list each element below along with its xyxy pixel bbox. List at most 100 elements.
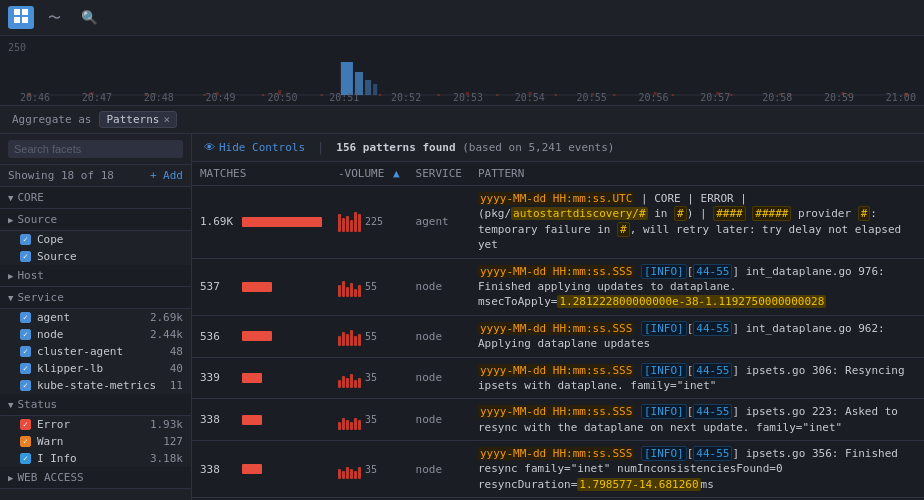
facet-checkbox-source[interactable]: ✓	[20, 251, 31, 262]
col-volume[interactable]: -VOLUME ▲	[330, 162, 408, 186]
section-source-label: Source	[17, 213, 57, 226]
table-row: 338	[192, 399, 924, 441]
facet-kube-state-metrics[interactable]: ✓ kube-state-metrics 11	[0, 377, 191, 394]
section-service[interactable]: ▼ Service	[0, 287, 191, 309]
service-cell: node	[408, 357, 470, 399]
search-topbar-icon[interactable]: 🔍	[75, 7, 104, 28]
chart-icon[interactable]: 〜	[42, 6, 67, 30]
section-status-label: Status	[17, 398, 57, 411]
matches-cell: 536	[192, 315, 330, 357]
facet-error-count: 1.93k	[150, 418, 183, 431]
facet-klipper-lb-label: klipper-lb	[37, 362, 103, 375]
separator: |	[317, 141, 324, 155]
section-core[interactable]: ▼ CORE	[0, 187, 191, 209]
pattern-cell: yyyy-MM-dd HH:mm:ss.SSS [INFO][44-55] ip…	[470, 441, 924, 498]
facet-kube-state-metrics-count: 11	[170, 379, 183, 392]
pattern-cell: yyyy-MM-dd HH:mm:ss.UTC | CORE | ERROR |…	[470, 186, 924, 259]
volume-cell: 225	[330, 186, 408, 259]
facet-checkbox-info[interactable]: ✓	[20, 453, 31, 464]
aggregate-tag-label: Patterns	[106, 113, 159, 126]
matches-cell: 338	[192, 441, 330, 498]
section-core-label: CORE	[17, 191, 44, 204]
pattern-cell: yyyy-MM-dd HH:mm:ss.SSS [INFO][44-55] ip…	[470, 357, 924, 399]
volume-cell: 35	[330, 357, 408, 399]
facet-warn-label: Warn	[37, 435, 64, 448]
matches-cell: 339	[192, 357, 330, 399]
topbar: 〜 🔍	[0, 0, 924, 36]
facet-info-count: 3.18k	[150, 452, 183, 465]
section-status[interactable]: ▼ Status	[0, 394, 191, 416]
table-row: 537	[192, 258, 924, 315]
facet-cope-label: Cope	[37, 233, 64, 246]
col-pattern: PATTERN	[470, 162, 924, 186]
table-row: 338	[192, 441, 924, 498]
service-cell: node	[408, 258, 470, 315]
facet-klipper-lb-count: 40	[170, 362, 183, 375]
aggregate-bar: Aggregate as Patterns ×	[0, 106, 924, 134]
aggregate-tag[interactable]: Patterns ×	[99, 111, 177, 128]
chevron-right-host-icon: ▶	[8, 271, 13, 281]
facet-agent[interactable]: ✓ agent 2.69k	[0, 309, 191, 326]
facet-checkbox-cluster-agent[interactable]: ✓	[20, 346, 31, 357]
facet-checkbox-kube-state-metrics[interactable]: ✓	[20, 380, 31, 391]
table-header-row: MATCHES -VOLUME ▲ SERVICE PATTERN	[192, 162, 924, 186]
facet-error[interactable]: ✓ Error 1.93k	[0, 416, 191, 433]
facet-klipper-lb[interactable]: ✓ klipper-lb 40	[0, 360, 191, 377]
pattern-cell: yyyy-MM-dd HH:mm:ss.SSS [INFO][44-55] in…	[470, 315, 924, 357]
chart-svg	[28, 52, 916, 97]
svg-rect-0	[14, 9, 20, 15]
main-layout: Showing 18 of 18 + Add ▼ CORE ▶ Source ✓…	[0, 134, 924, 500]
section-web-access[interactable]: ▶ WEB ACCESS	[0, 467, 191, 489]
section-host[interactable]: ▶ Host	[0, 265, 191, 287]
service-cell: node	[408, 441, 470, 498]
eye-icon: 👁	[204, 141, 215, 154]
aggregate-close-icon[interactable]: ×	[163, 113, 170, 126]
volume-cell: 35	[330, 399, 408, 441]
facet-checkbox-klipper-lb[interactable]: ✓	[20, 363, 31, 374]
facet-info[interactable]: ✓ I Info 3.18k	[0, 450, 191, 467]
facet-node-label: node	[37, 328, 64, 341]
grid-icon[interactable]	[8, 6, 34, 29]
matches-cell: 1.69K	[192, 186, 330, 259]
col-matches[interactable]: MATCHES	[192, 162, 330, 186]
facet-checkbox-error[interactable]: ✓	[20, 419, 31, 430]
match-bar	[242, 217, 322, 227]
volume-cell: 55	[330, 258, 408, 315]
section-source[interactable]: ▶ Source	[0, 209, 191, 231]
facet-checkbox-cope[interactable]: ✓	[20, 234, 31, 245]
service-cell: node	[408, 399, 470, 441]
facet-agent-label: agent	[37, 311, 70, 324]
facet-checkbox-node[interactable]: ✓	[20, 329, 31, 340]
chart-xaxis: 20:4620:4720:4820:4920:50 20:5120:5220:5…	[20, 92, 916, 103]
col-service: SERVICE	[408, 162, 470, 186]
chevron-right-web-icon: ▶	[8, 473, 13, 483]
matches-cell: 338	[192, 399, 330, 441]
patterns-basis: (based on 5,241 events)	[462, 141, 614, 154]
facet-node[interactable]: ✓ node 2.44k	[0, 326, 191, 343]
pattern-cell: yyyy-MM-dd HH:mm:ss.SSS [INFO][44-55] in…	[470, 258, 924, 315]
match-bar	[242, 415, 262, 425]
facet-cluster-agent-count: 48	[170, 345, 183, 358]
match-bar	[242, 331, 272, 341]
add-facet-button[interactable]: + Add	[150, 169, 183, 182]
facet-source-label: Source	[37, 250, 77, 263]
facet-checkbox-warn[interactable]: ✓	[20, 436, 31, 447]
patterns-count: 156 patterns found	[336, 141, 455, 154]
aggregate-label: Aggregate as	[12, 113, 91, 126]
showing-row: Showing 18 of 18 + Add	[0, 165, 191, 187]
facet-warn[interactable]: ✓ Warn 127	[0, 433, 191, 450]
facet-cope[interactable]: ✓ Cope	[0, 231, 191, 248]
facet-source[interactable]: ✓ Source	[0, 248, 191, 265]
chevron-down-service-icon: ▼	[8, 293, 13, 303]
svg-rect-2	[14, 17, 20, 23]
table-row: 536	[192, 315, 924, 357]
facet-search-input[interactable]	[8, 140, 183, 158]
svg-rect-3	[22, 17, 28, 23]
matches-cell: 537	[192, 258, 330, 315]
hide-controls-button[interactable]: 👁 Hide Controls	[204, 141, 305, 154]
chart-y-max: 250	[8, 42, 26, 53]
facet-info-label: I Info	[37, 452, 77, 465]
facet-cluster-agent[interactable]: ✓ cluster-agent 48	[0, 343, 191, 360]
svg-rect-10	[341, 62, 353, 95]
facet-checkbox-agent[interactable]: ✓	[20, 312, 31, 323]
